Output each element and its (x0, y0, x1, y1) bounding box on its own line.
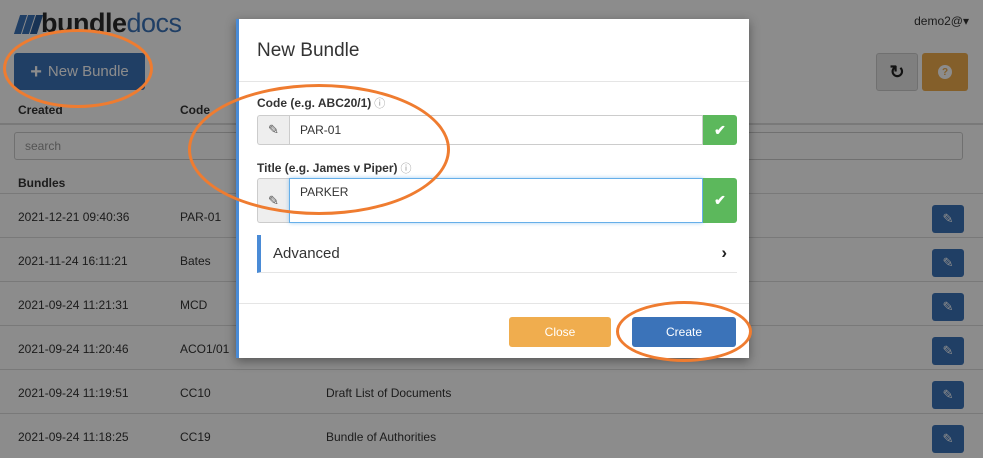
annotation-ring-new-bundle (3, 29, 153, 108)
annotation-ring-fields (188, 84, 450, 215)
close-button[interactable]: Close (509, 317, 611, 347)
annotation-ring-create (616, 301, 752, 362)
dialog-header-divider (239, 81, 749, 82)
advanced-label: Advanced (273, 245, 340, 262)
chevron-right-icon: › (721, 243, 727, 262)
advanced-section-toggle[interactable]: Advanced › (257, 235, 737, 273)
check-icon: ✔ (703, 178, 737, 223)
check-icon: ✔ (703, 115, 737, 145)
dialog-title: New Bundle (257, 40, 360, 61)
